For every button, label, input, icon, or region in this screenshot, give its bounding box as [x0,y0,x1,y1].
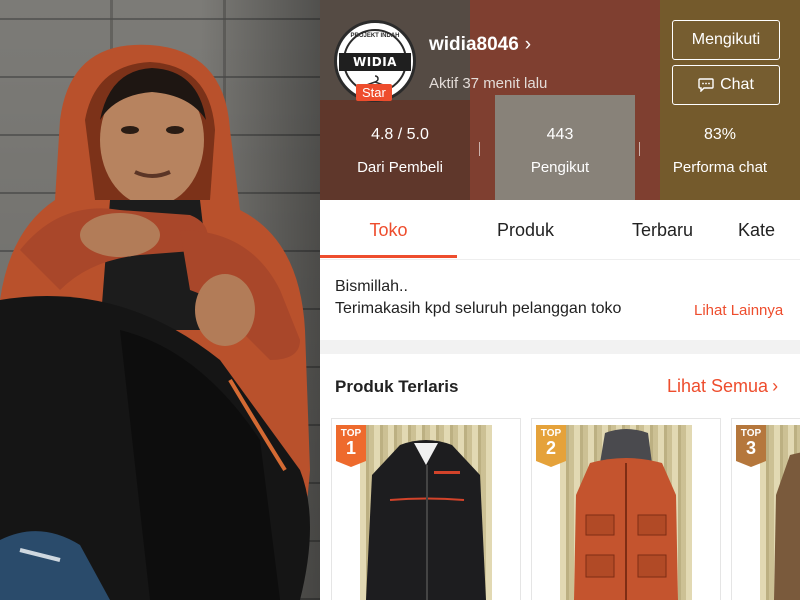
chat-bubble-icon [698,78,714,92]
product-image [760,425,800,600]
shop-description: Bismillah.. Terimakasih kpd seluruh pela… [320,260,800,340]
shop-banner: PROJEKT INDAH WIDIA 8046 Star widia8046 ›… [320,0,800,200]
product-card[interactable]: TOP 3 [731,418,800,600]
top-rank-badge: TOP 3 [736,425,766,467]
shop-name: widia8046 [429,34,519,55]
shop-name-link[interactable]: widia8046 › [429,34,531,56]
orange-jacket-image [574,429,678,600]
person-illustration [0,44,310,600]
product-image [560,425,692,600]
tab-kategori[interactable]: Kate [738,200,800,260]
top-rank-badge: TOP 1 [336,425,366,467]
product-card[interactable]: TOP 2 [531,418,721,600]
shop-page: PROJEKT INDAH WIDIA 8046 Star widia8046 ›… [320,0,800,600]
tab-toko[interactable]: Toko [320,200,457,260]
follow-button[interactable]: Mengikuti [672,20,780,60]
stat-value: 443 [546,126,574,143]
see-all-link[interactable]: Lihat Semua › [667,376,778,397]
product-card[interactable]: TOP 1 [331,418,521,600]
top-rank-badge: TOP 2 [536,425,566,467]
stat-label: Performa chat [672,159,768,176]
description-line: Terimakasih kpd seluruh pelanggan toko [335,300,622,317]
chat-label: Chat [720,76,754,93]
product-carousel: TOP 1 TOP 2 TOP 3 [320,418,800,600]
active-status: Aktif 37 menit lalu [429,75,548,92]
stat-value: 83% [703,126,737,143]
description-line: Bismillah.. [335,278,408,295]
shop-tabs: Toko Produk Terbaru Kate [320,200,800,260]
stat-value: 4.8 / 5.0 [371,126,429,143]
stat-label: Pengikut [530,159,590,176]
see-all-label: Lihat Semua [667,376,769,396]
active-tab-indicator [320,255,457,258]
badge-rank: 3 [745,438,756,458]
stat-chat-performance: 83% Performa chat [640,126,800,186]
best-sellers-title: Produk Terlaris [335,377,459,396]
chevron-right-icon: › [772,376,779,396]
star-seller-badge: Star [356,84,392,101]
stat-rating: 4.8 / 5.0 Dari Pembeli [320,126,480,186]
badge-rank: 2 [545,438,556,458]
section-divider [320,340,800,354]
chat-button[interactable]: Chat [672,65,780,105]
black-jacket-image [366,440,486,600]
logo-plate: WIDIA 8046 [339,53,411,87]
stat-label: Dari Pembeli [357,159,443,176]
shop-stats: 4.8 / 5.0 Dari Pembeli 443 Pengikut 83% … [320,126,800,186]
chevron-right-icon: › [524,34,532,55]
badge-rank: 1 [345,438,356,458]
logo-arc-text: PROJEKT INDAH [350,33,400,39]
see-more-link[interactable]: Lihat Lainnya [680,302,784,319]
person-photo [0,0,320,600]
product-image [360,425,492,600]
tab-terbaru[interactable]: Terbaru [594,200,731,260]
stat-followers[interactable]: 443 Pengikut [480,126,640,186]
brown-jacket-image [774,452,800,600]
tab-produk[interactable]: Produk [457,200,594,260]
